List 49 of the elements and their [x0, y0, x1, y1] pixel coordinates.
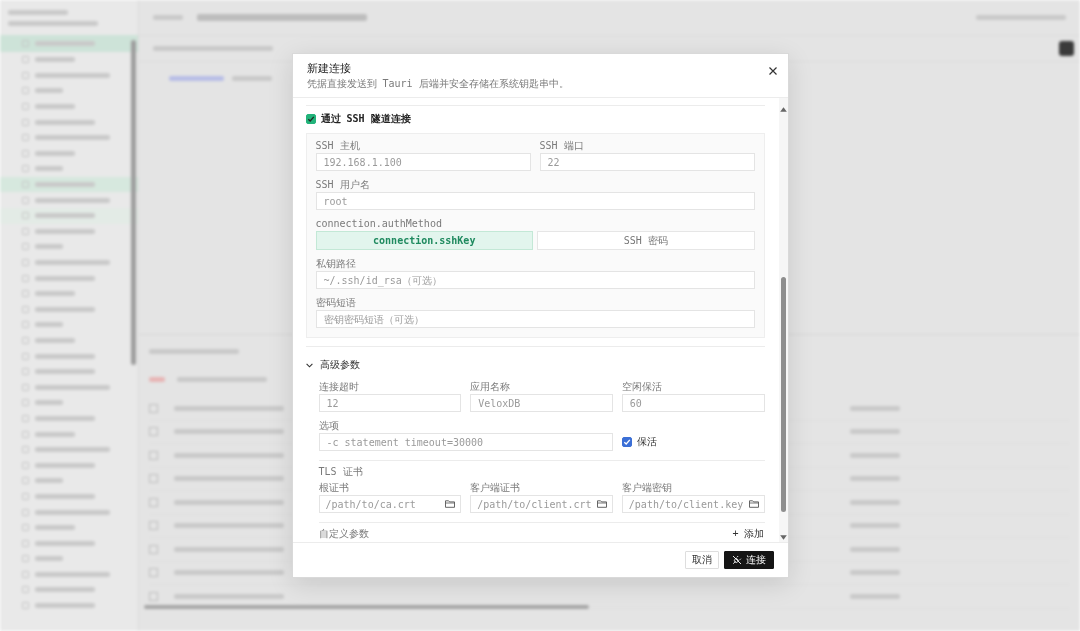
- field-label: 应用名称: [470, 381, 512, 393]
- section-label: 自定义参数: [318, 528, 369, 540]
- field-label: connection.authMethod: [315, 218, 443, 230]
- folder-icon[interactable]: [596, 500, 607, 508]
- scroll-down-arrow-icon[interactable]: [779, 535, 787, 540]
- dialog-subtitle: 凭据直接发送到 Tauri 后端并安全存储在系统钥匙串中。: [306, 78, 569, 90]
- field-label: 密码短语: [315, 297, 357, 309]
- field-label: SSH 主机: [315, 140, 361, 152]
- host-field[interactable]: 192.168.1.100: [315, 153, 531, 171]
- connect-button[interactable]: 连接: [723, 551, 774, 569]
- field-label: 空闲保活: [621, 381, 663, 393]
- field-label: 选项: [318, 420, 340, 432]
- field-label: 客户端密钥: [621, 482, 673, 494]
- options-field[interactable]: -c statement_timeout=30000: [318, 433, 613, 451]
- folder-icon[interactable]: [748, 500, 759, 508]
- text-field[interactable]: 12: [318, 394, 462, 412]
- field-label: SSH 用户名: [315, 179, 371, 191]
- checkbox[interactable]: [305, 114, 316, 124]
- dialog-title: 新建连接: [306, 62, 352, 76]
- segment-option[interactable]: connection.sshKey: [315, 231, 533, 250]
- field-label: 私钥路径: [315, 258, 357, 270]
- username-field[interactable]: root: [315, 192, 755, 210]
- checkbox[interactable]: [621, 437, 632, 447]
- segment-option[interactable]: SSH 密码: [537, 231, 755, 250]
- file-path-field[interactable]: /path/to/client.crt: [470, 495, 613, 513]
- checkbox-label: 通过 SSH 隧道连接: [320, 113, 411, 125]
- section-label: TLS 证书: [318, 466, 364, 478]
- scrollbar-thumb[interactable]: [780, 277, 786, 512]
- key-path-field[interactable]: ~/.ssh/id_rsa（可选）: [315, 271, 755, 289]
- field-label: 客户端证书: [470, 482, 522, 494]
- text-field[interactable]: VeloxDB: [470, 394, 613, 412]
- file-path-field[interactable]: /path/to/ca.crt: [318, 495, 462, 513]
- close-icon: [768, 67, 777, 75]
- folder-icon[interactable]: [445, 500, 456, 508]
- checkbox-label: 保活: [636, 436, 657, 448]
- field-label: 连接超时: [318, 381, 360, 393]
- cancel-button[interactable]: 取消: [684, 551, 719, 569]
- text-field[interactable]: 60: [621, 394, 765, 412]
- section-toggle[interactable]: 高级参数: [305, 358, 360, 372]
- file-path-field[interactable]: /path/to/client.key: [621, 495, 765, 513]
- plug-slash-icon: [731, 555, 742, 565]
- add-button[interactable]: + 添加: [732, 528, 765, 540]
- scroll-up-arrow-icon[interactable]: [779, 107, 787, 112]
- field-label: 根证书: [318, 482, 350, 494]
- scrollbar[interactable]: [778, 98, 788, 542]
- passphrase-field[interactable]: 密钥密码短语（可选）: [315, 310, 755, 328]
- field-label: SSH 端口: [539, 140, 585, 152]
- close-button[interactable]: [766, 65, 779, 77]
- port-field[interactable]: 22: [539, 153, 755, 171]
